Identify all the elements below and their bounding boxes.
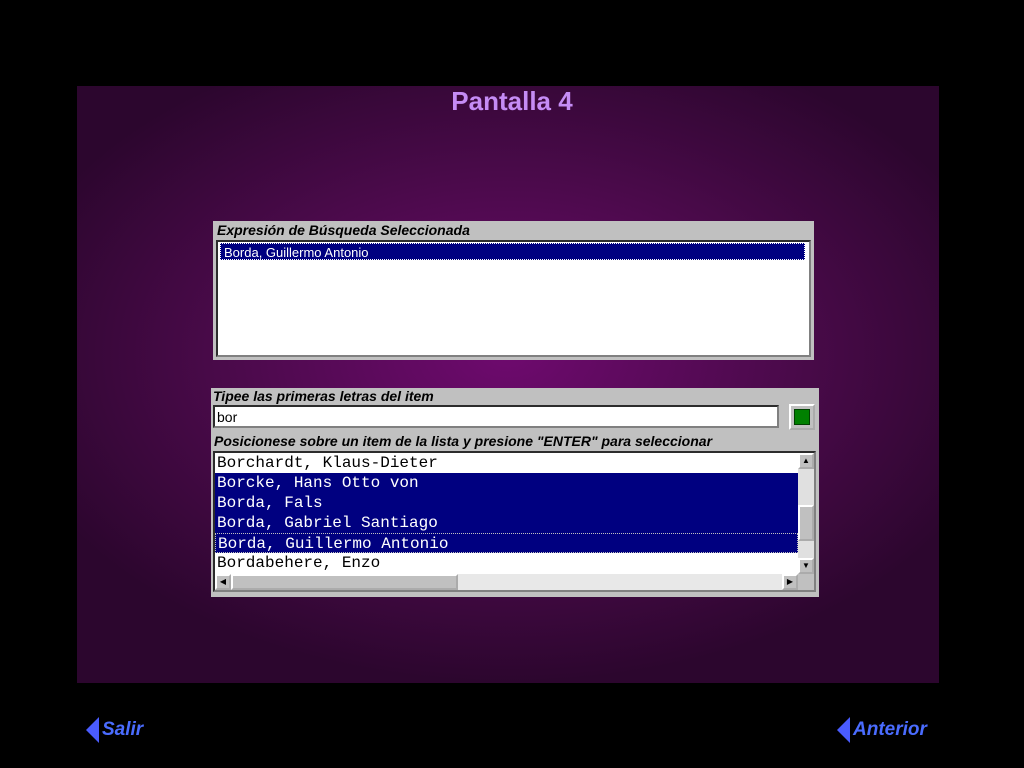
page-title: Pantalla 4 xyxy=(451,86,573,116)
vertical-scroll-thumb[interactable] xyxy=(798,505,814,541)
list-item[interactable]: Borda, Guillermo Antonio xyxy=(215,533,798,553)
green-square-icon xyxy=(794,409,810,425)
search-input[interactable] xyxy=(213,405,779,428)
horizontal-scrollbar[interactable]: ◀ ▶ xyxy=(215,574,798,590)
list-item[interactable]: Borda, Gabriel Santiago xyxy=(215,513,798,533)
exit-label: Salir xyxy=(102,719,144,740)
exit-link[interactable]: Salir xyxy=(86,716,143,744)
list-item[interactable]: Borchardt, Klaus-Dieter xyxy=(215,453,798,473)
search-go-button[interactable] xyxy=(789,404,815,430)
list-item[interactable]: Bordabehere, Enzo xyxy=(215,553,798,573)
list-item[interactable]: Borda, Fals xyxy=(215,493,798,513)
previous-link[interactable]: Anterior xyxy=(837,716,927,744)
selected-expression-panel: Expresión de Búsqueda Seleccionada Borda… xyxy=(213,221,814,360)
selected-expression-item[interactable]: Borda, Guillermo Antonio xyxy=(220,243,805,260)
scroll-up-arrow-icon[interactable]: ▲ xyxy=(798,453,814,469)
scroll-down-arrow-icon[interactable]: ▼ xyxy=(798,558,814,574)
scrollbar-corner xyxy=(798,574,814,590)
back-arrow-icon xyxy=(837,717,850,743)
previous-label: Anterior xyxy=(853,719,927,740)
selected-expression-list[interactable]: Borda, Guillermo Antonio xyxy=(216,240,811,357)
result-list[interactable]: Borchardt, Klaus-Dieter Borcke, Hans Ott… xyxy=(213,451,816,592)
horizontal-scroll-thumb[interactable] xyxy=(231,574,458,590)
result-list-label: Posicionese sobre un item de la lista y … xyxy=(214,433,713,449)
selected-expression-label: Expresión de Búsqueda Seleccionada xyxy=(217,222,470,238)
list-item[interactable]: Borcke, Hans Otto von xyxy=(215,473,798,493)
back-arrow-icon xyxy=(86,717,99,743)
scroll-right-arrow-icon[interactable]: ▶ xyxy=(782,574,798,590)
scroll-left-arrow-icon[interactable]: ◀ xyxy=(215,574,231,590)
search-input-label: Tipee las primeras letras del item xyxy=(213,388,434,404)
vertical-scrollbar[interactable]: ▲ ▼ xyxy=(798,453,814,574)
search-panel: Tipee las primeras letras del item Posic… xyxy=(211,388,819,597)
